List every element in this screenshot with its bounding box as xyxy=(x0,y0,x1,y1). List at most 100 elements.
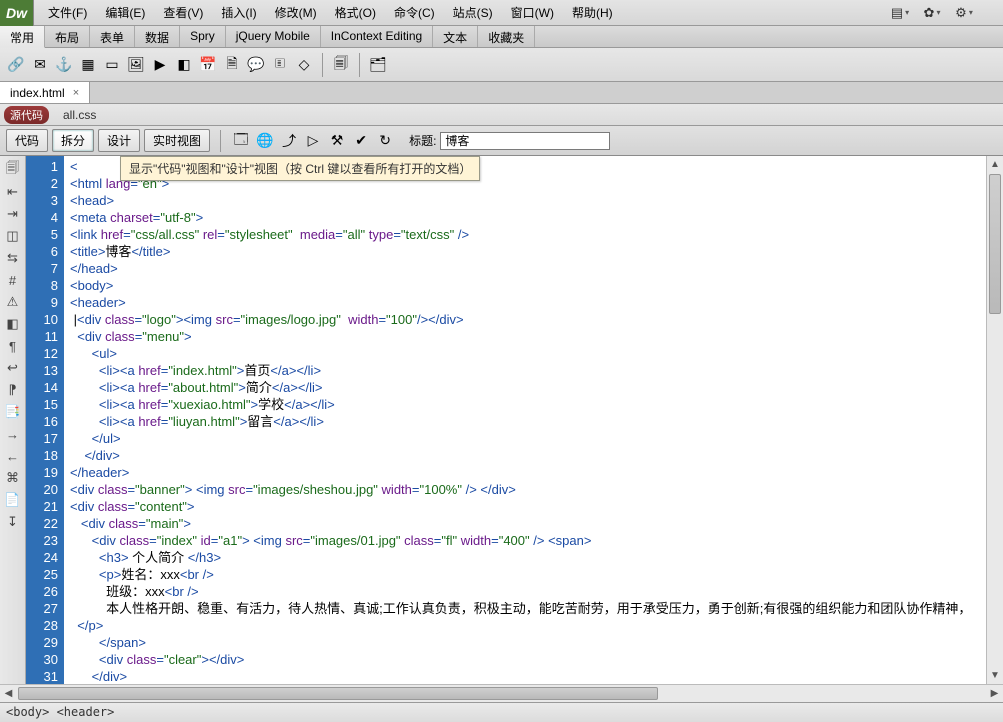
code-line[interactable]: <li><a href="about.html">简介</a></li> xyxy=(64,379,1003,396)
horizontal-scrollbar[interactable]: ◀ ▶ xyxy=(0,684,1003,702)
highlight-invalid-icon[interactable]: ⚠ xyxy=(5,294,21,310)
comment-icon[interactable]: 💬 xyxy=(246,55,266,75)
menu-item[interactable]: 帮助(H) xyxy=(564,1,621,24)
move-css-icon[interactable]: ↧ xyxy=(5,514,21,530)
code-line[interactable]: </ul> xyxy=(64,430,1003,447)
scroll-up-icon[interactable]: ▲ xyxy=(987,156,1003,173)
menu-item[interactable]: 编辑(E) xyxy=(97,1,153,24)
expand-tag-icon[interactable]: ⇥ xyxy=(5,206,21,222)
outdent-icon[interactable]: ← xyxy=(5,448,21,464)
code-line[interactable]: <div class="menu"> xyxy=(64,328,1003,345)
insert-tab[interactable]: InContext Editing xyxy=(321,26,433,47)
code-line[interactable]: <li><a href="liuyan.html">留言</a></li> xyxy=(64,413,1003,430)
tag-selector-status[interactable]: <body> <header> xyxy=(0,702,1003,722)
code-line[interactable]: <div class="main"> xyxy=(64,515,1003,532)
menu-item[interactable]: 格式(O) xyxy=(327,1,384,24)
email-link-icon[interactable]: ✉ xyxy=(30,55,50,75)
insert-tab[interactable]: 收藏夹 xyxy=(478,26,535,47)
menu-item[interactable]: 文件(F) xyxy=(40,1,95,24)
line-numbers-icon[interactable]: # xyxy=(5,272,21,288)
templates-icon[interactable]: 🗐 xyxy=(331,55,351,75)
hyperlink-icon[interactable]: 🔗 xyxy=(6,55,26,75)
menu-item[interactable]: 窗口(W) xyxy=(503,1,562,24)
menu-item[interactable]: 命令(C) xyxy=(386,1,443,24)
insert-tab[interactable]: 文本 xyxy=(433,26,478,47)
vertical-scrollbar[interactable]: ▲ ▼ xyxy=(986,156,1003,684)
code-line[interactable]: |<div class="logo"><img src="images/logo… xyxy=(64,311,1003,328)
auto-indent-icon[interactable]: ¶ xyxy=(5,338,21,354)
recent-snippets-icon[interactable]: 📄 xyxy=(5,492,21,508)
close-icon[interactable]: × xyxy=(73,87,79,99)
code-line[interactable]: </head> xyxy=(64,260,1003,277)
code-view-button[interactable]: 代码 xyxy=(6,129,48,152)
table-icon[interactable]: ▦ xyxy=(78,55,98,75)
options-icon[interactable]: ⚒ xyxy=(327,131,347,151)
indent-icon[interactable]: → xyxy=(5,426,21,442)
insert-tab[interactable]: 数据 xyxy=(135,26,180,47)
code-line[interactable]: </div> xyxy=(64,447,1003,464)
code-line[interactable]: <li><a href="xuexiao.html">学校</a></li> xyxy=(64,396,1003,413)
code-line[interactable]: <link href="css/all.css" rel="stylesheet… xyxy=(64,226,1003,243)
code-line[interactable]: </header> xyxy=(64,464,1003,481)
menu-item[interactable]: 查看(V) xyxy=(155,1,211,24)
scroll-right-icon[interactable]: ▶ xyxy=(986,685,1003,702)
insert-tab[interactable]: 常用 xyxy=(0,26,45,48)
format-source-icon[interactable]: ⌘ xyxy=(5,470,21,486)
gear-icon[interactable]: ✿▾ xyxy=(923,5,941,21)
live-view-button[interactable]: 实时视图 xyxy=(144,129,210,152)
code-line[interactable]: <header> xyxy=(64,294,1003,311)
title-input[interactable] xyxy=(440,132,610,150)
word-wrap-icon[interactable]: ↩ xyxy=(5,360,21,376)
balance-braces-icon[interactable]: ⇆ xyxy=(5,250,21,266)
code-line[interactable]: <ul> xyxy=(64,345,1003,362)
image-icon[interactable]: 🖼 xyxy=(126,55,146,75)
code-line[interactable]: <title>博客</title> xyxy=(64,243,1003,260)
collapse-tag-icon[interactable]: ⇤ xyxy=(5,184,21,200)
code-line[interactable]: 本人性格开朗、稳重、有活力，待人热情、真诚;工作认真负责，积极主动，能吃苦耐劳，… xyxy=(64,600,1003,617)
code-line[interactable]: </span> xyxy=(64,634,1003,651)
code-line[interactable]: <div class="clear"></div> xyxy=(64,651,1003,668)
script-icon[interactable]: ◇ xyxy=(294,55,314,75)
code-line[interactable]: <h3> 个人简介 </h3> xyxy=(64,549,1003,566)
source-code-pill[interactable]: 源代码 xyxy=(4,106,49,124)
split-view-button[interactable]: 拆分 xyxy=(52,129,94,152)
code-line[interactable]: <div class="content"> xyxy=(64,498,1003,515)
select-parent-icon[interactable]: ◫ xyxy=(5,228,21,244)
insert-tab[interactable]: 布局 xyxy=(45,26,90,47)
document-tab[interactable]: index.html × xyxy=(0,82,90,103)
snippets-icon[interactable]: 📑 xyxy=(5,404,21,420)
code-line[interactable]: <head> xyxy=(64,192,1003,209)
layout-icon[interactable]: ▤▾ xyxy=(891,5,909,21)
insert-tab[interactable]: Spry xyxy=(180,26,226,47)
related-css-link[interactable]: all.css xyxy=(57,107,102,123)
open-documents-icon[interactable]: 🗐 xyxy=(5,162,21,178)
div-icon[interactable]: ▭ xyxy=(102,55,122,75)
code-line[interactable]: <div class="index" id="a1"> <img src="im… xyxy=(64,532,1003,549)
menu-item[interactable]: 修改(M) xyxy=(267,1,325,24)
globe-icon[interactable]: 🌐 xyxy=(255,131,275,151)
code-line[interactable]: <meta charset="utf-8"> xyxy=(64,209,1003,226)
insert-tab[interactable]: jQuery Mobile xyxy=(226,26,321,47)
code-line[interactable]: <body> xyxy=(64,277,1003,294)
scroll-thumb[interactable] xyxy=(989,174,1001,314)
anchor-icon[interactable]: ⚓ xyxy=(54,55,74,75)
date-icon[interactable]: 📅 xyxy=(198,55,218,75)
code-line[interactable]: <div class="banner"> <img src="images/sh… xyxy=(64,481,1003,498)
scroll-down-icon[interactable]: ▼ xyxy=(987,667,1003,684)
syntax-coloring-icon[interactable]: ◧ xyxy=(5,316,21,332)
design-view-button[interactable]: 设计 xyxy=(98,129,140,152)
code-line[interactable]: <p>姓名：xxx<br /> xyxy=(64,566,1003,583)
code-line[interactable]: </p> xyxy=(64,617,1003,634)
menu-item[interactable]: 站点(S) xyxy=(445,1,501,24)
refresh2-icon[interactable]: ↻ xyxy=(375,131,395,151)
scroll-thumb-h[interactable] xyxy=(18,687,658,700)
code-line[interactable]: 班级：xxx<br /> xyxy=(64,583,1003,600)
code-area[interactable]: 显示"代码"视图和"设计"视图（按 Ctrl 键以查看所有打开的文档） ▲ ▼ … xyxy=(64,156,1003,684)
validate-icon[interactable]: ✔ xyxy=(351,131,371,151)
tag-chooser-icon[interactable]: 🗂 xyxy=(368,55,388,75)
refresh-icon[interactable]: ⤴ xyxy=(279,131,299,151)
menu-item[interactable]: 插入(I) xyxy=(213,1,264,24)
media-icon[interactable]: ▶ xyxy=(150,55,170,75)
head-icon[interactable]: 🗉 xyxy=(270,55,290,75)
live-code-icon[interactable]: 🗔 xyxy=(231,131,251,151)
